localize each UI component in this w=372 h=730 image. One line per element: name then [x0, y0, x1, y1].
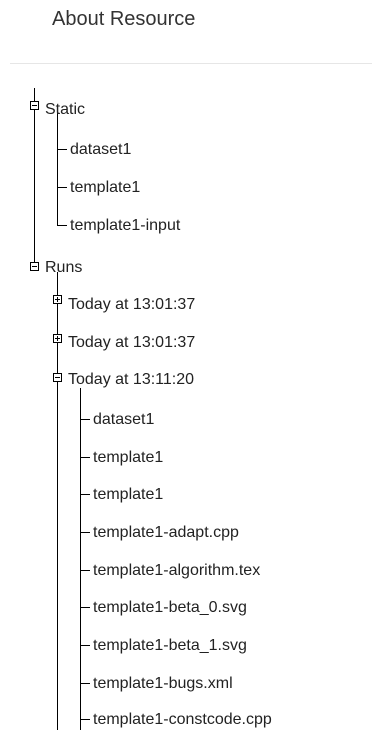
static-collapse-icon[interactable]	[30, 101, 39, 110]
tree-node-run-3[interactable]: Today at 13:11:20	[68, 369, 194, 391]
tree-leaf-run3-template1[interactable]: template1	[93, 447, 163, 469]
tree-node-static[interactable]: Static	[45, 99, 85, 121]
about-resource-panel: About Resource Static dataset1 template1…	[0, 0, 372, 730]
tree-leaf-dataset1[interactable]: dataset1	[70, 139, 131, 161]
run-2-expand-icon[interactable]	[53, 334, 62, 343]
runs-collapse-icon[interactable]	[30, 262, 39, 271]
tree-leaf-run3-beta0-svg[interactable]: template1-beta_0.svg	[93, 597, 247, 619]
tree-leaf-run3-algorithm-tex[interactable]: template1-algorithm.tex	[93, 560, 260, 582]
run-3-collapse-icon[interactable]	[53, 373, 62, 382]
tree-leaf-run3-dataset1[interactable]: dataset1	[93, 409, 154, 431]
tree-node-run-1[interactable]: Today at 13:01:37	[68, 294, 195, 316]
tree-leaf-run3-bugs-xml[interactable]: template1-bugs.xml	[93, 673, 233, 695]
tree-leaf-run3-beta1-svg[interactable]: template1-beta_1.svg	[93, 635, 247, 657]
tree-node-runs[interactable]: Runs	[45, 257, 82, 279]
tree-leaf-run3-constcode-cpp[interactable]: template1-constcode.cpp	[93, 709, 272, 730]
tree-leaf-run3-template1-b[interactable]: template1	[93, 484, 163, 506]
tree-leaf-template1-input[interactable]: template1-input	[70, 215, 180, 237]
tree-node-run-2[interactable]: Today at 13:01:37	[68, 332, 195, 354]
run-1-expand-icon[interactable]	[53, 295, 62, 304]
tree-leaf-run3-adapt-cpp[interactable]: template1-adapt.cpp	[93, 522, 239, 544]
tree-leaf-template1[interactable]: template1	[70, 177, 140, 199]
